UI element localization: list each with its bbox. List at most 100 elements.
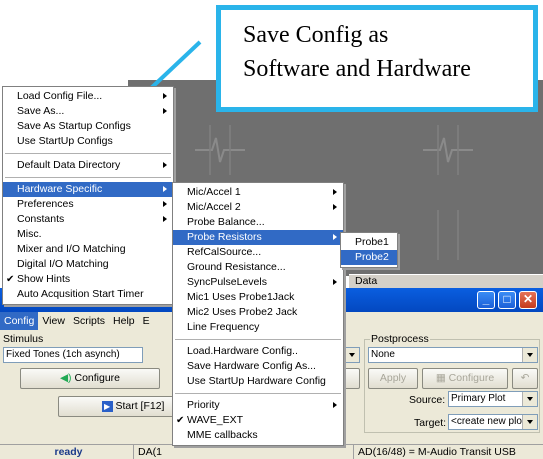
submenu-arrow-icon <box>333 279 337 285</box>
menu-item-label: Probe1 <box>355 236 389 248</box>
menu-item-mixer-and-i-o-matching[interactable]: Mixer and I/O Matching <box>3 242 173 257</box>
menu-item-label: Mic2 Uses Probe2 Jack <box>187 306 298 318</box>
close-button[interactable]: ✕ <box>519 291 537 309</box>
source-label: Source: <box>409 394 446 406</box>
menu-item-save-as-startup-configs[interactable]: Save As Startup Configs <box>3 119 173 134</box>
menu-item-mic2-uses-probe2-jack[interactable]: Mic2 Uses Probe2 Jack <box>173 305 343 320</box>
menu-item-syncpulselevels[interactable]: SyncPulseLevels <box>173 275 343 290</box>
config-menu: Load Config File... Save As... Save As Sta… <box>2 86 174 305</box>
menu-item-label: Save As Startup Configs <box>17 120 131 132</box>
menu-help[interactable]: Help <box>109 312 139 330</box>
menu-item-label: Default Data Directory <box>17 159 121 171</box>
chevron-down-icon[interactable] <box>522 392 537 406</box>
submenu-arrow-icon <box>163 162 167 168</box>
data-window-tab[interactable]: Data <box>349 274 543 288</box>
status-bar: ready DA(1 AD(16/48) = M-Audio Transit U… <box>0 444 543 459</box>
menu-item-show-hints[interactable]: ✔ Show Hints <box>3 272 173 287</box>
menu-item-probe-resistors[interactable]: Probe Resistors <box>173 230 343 245</box>
undo-button[interactable]: ↶ <box>512 368 538 389</box>
minimize-button[interactable]: _ <box>477 291 495 309</box>
menu-item-wave-ext[interactable]: ✔ WAVE_EXT <box>173 413 343 428</box>
pp-configure-button[interactable]: ▦ Configure <box>422 368 508 389</box>
menu-item-label: Constants <box>17 213 65 225</box>
menu-item-probe-balance[interactable]: Probe Balance... <box>173 215 343 230</box>
menu-item-label: Line Frequency <box>187 321 260 333</box>
menu-separator <box>5 153 171 154</box>
menu-item-load-config-file[interactable]: Load Config File... <box>3 89 173 104</box>
menu-separator <box>5 177 171 178</box>
postprocess-select[interactable]: None <box>368 347 538 363</box>
configure-button[interactable]: ◀) Configure <box>20 368 160 389</box>
menu-item-probe2[interactable]: Probe2 <box>341 250 397 265</box>
stimulus-select[interactable]: Fixed Tones (1ch asynch) <box>3 347 143 363</box>
menu-item-mme-callbacks[interactable]: MME callbacks <box>173 428 343 443</box>
chevron-down-icon[interactable] <box>522 415 537 429</box>
menu-item-ground-resistance[interactable]: Ground Resistance... <box>173 260 343 275</box>
menu-item-save-as[interactable]: Save As... <box>3 104 173 119</box>
speaker-icon: ◀) <box>59 372 72 384</box>
menu-item-priority[interactable]: Priority <box>173 398 343 413</box>
start-label: Start [F12] <box>115 400 165 412</box>
callout-line1: Save Config as <box>243 22 389 48</box>
target-select[interactable]: <create new plot> <box>448 414 538 430</box>
menu-view[interactable]: View <box>38 312 69 330</box>
logo-watermark <box>418 205 478 265</box>
menu-e[interactable]: E <box>139 312 154 330</box>
menu-item-label: RefCalSource... <box>187 246 262 258</box>
menu-item-label: Probe2 <box>355 251 389 263</box>
menu-item-hardware-specific[interactable]: Hardware Specific <box>3 182 173 197</box>
menu-item-misc[interactable]: Misc. <box>3 227 173 242</box>
submenu-arrow-icon <box>333 234 337 240</box>
menu-item-use-startup-hardware-config[interactable]: Use StartUp Hardware Config <box>173 374 343 389</box>
menu-item-mic-accel-2[interactable]: Mic/Accel 2 <box>173 200 343 215</box>
submenu-arrow-icon <box>333 189 337 195</box>
source-value: Primary Plot <box>451 393 506 404</box>
menu-separator <box>175 339 341 340</box>
postprocess-value: None <box>371 349 395 360</box>
grid-icon: ▦ <box>435 372 446 384</box>
menu-item-label: Priority <box>187 399 220 411</box>
source-select[interactable]: Primary Plot <box>448 391 538 407</box>
menu-item-label: Probe Balance... <box>187 216 265 228</box>
menu-item-label: Digital I/O Matching <box>17 258 109 270</box>
menu-item-mic1-uses-probe1jack[interactable]: Mic1 Uses Probe1Jack <box>173 290 343 305</box>
menu-item-label: SyncPulseLevels <box>187 276 267 288</box>
menu-item-label: Probe Resistors <box>187 231 262 243</box>
menu-item-use-startup-configs[interactable]: Use StartUp Configs <box>3 134 173 149</box>
logo-watermark <box>418 120 478 180</box>
menu-item-preferences[interactable]: Preferences <box>3 197 173 212</box>
apply-button[interactable]: Apply <box>368 368 418 389</box>
menu-item-refcalsource[interactable]: RefCalSource... <box>173 245 343 260</box>
menu-item-label: Mixer and I/O Matching <box>17 243 126 255</box>
menu-scripts[interactable]: Scripts <box>69 312 109 330</box>
target-label: Target: <box>414 417 447 429</box>
menu-separator <box>175 393 341 394</box>
menu-item-load-hardware-config[interactable]: Load.Hardware Config.. <box>173 344 343 359</box>
submenu-arrow-icon <box>163 201 167 207</box>
status-da: DA(1 <box>134 445 354 459</box>
menu-item-probe1[interactable]: Probe1 <box>341 235 397 250</box>
submenu-arrow-icon <box>163 216 167 222</box>
menu-item-label: Misc. <box>17 228 42 240</box>
status-ready: ready <box>0 445 134 459</box>
submenu-arrow-icon <box>163 186 167 192</box>
menu-item-mic-accel-1[interactable]: Mic/Accel 1 <box>173 185 343 200</box>
menu-config[interactable]: Config <box>0 312 39 330</box>
chevron-down-icon[interactable] <box>522 348 537 362</box>
menu-item-default-data-directory[interactable]: Default Data Directory <box>3 158 173 173</box>
menu-item-label: Save As... <box>17 105 65 117</box>
menu-item-label: Mic/Accel 2 <box>187 201 241 213</box>
menu-item-label: Auto Acqusition Start Timer <box>17 288 144 300</box>
chevron-down-icon[interactable] <box>344 348 359 362</box>
menu-item-label: Mic1 Uses Probe1Jack <box>187 291 295 303</box>
menu-item-digital-i-o-matching[interactable]: Digital I/O Matching <box>3 257 173 272</box>
maximize-button[interactable]: □ <box>498 291 516 309</box>
menu-item-save-hardware-config-as[interactable]: Save Hardware Config As... <box>173 359 343 374</box>
menu-item-auto-acqusition-start-timer[interactable]: Auto Acqusition Start Timer <box>3 287 173 302</box>
menu-item-constants[interactable]: Constants <box>3 212 173 227</box>
callout-line2: Software and Hardware <box>243 56 471 82</box>
menu-item-line-frequency[interactable]: Line Frequency <box>173 320 343 335</box>
pp-configure-label: Configure <box>448 372 495 384</box>
probe-resistors-submenu: Probe1 Probe2 <box>340 232 398 268</box>
target-value: <create new plot> <box>451 416 531 427</box>
